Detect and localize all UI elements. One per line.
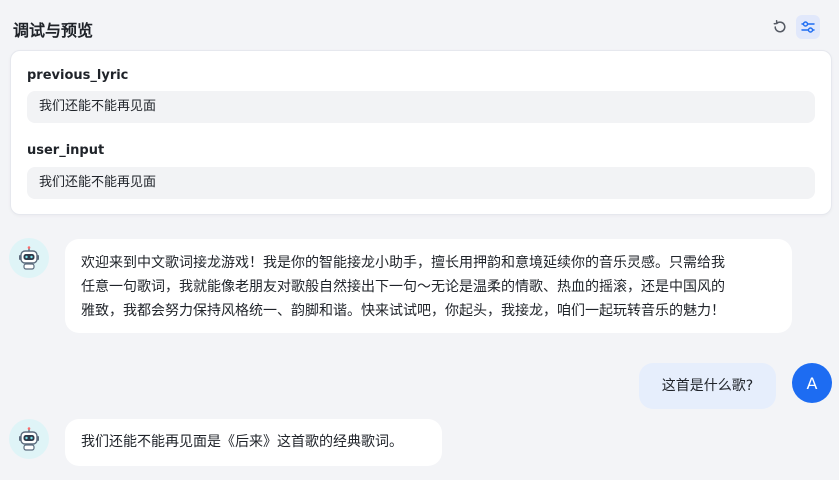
bot-avatar — [9, 419, 49, 459]
sliders-icon — [801, 21, 815, 33]
variables-panel: previous_lyric 我们还能不能再见面 user_input 我们还能… — [10, 50, 832, 215]
user-message: 这首是什么歌? — [639, 363, 776, 409]
variables-settings-button[interactable] — [796, 15, 820, 39]
page-title: 调试与预览 — [13, 21, 94, 40]
variable-label-previous-lyric: previous_lyric — [27, 68, 129, 83]
bot-welcome-message: 欢迎来到中文歌词接龙游戏！我是你的智能接龙小助手，擅长用押韵和意境延续你的音乐灵… — [65, 239, 792, 333]
variable-label-user-input: user_input — [27, 143, 105, 158]
reset-button[interactable] — [768, 15, 792, 39]
robot-icon — [19, 246, 39, 270]
user-avatar: A — [792, 363, 832, 403]
message-line: 任意一句歌词，我就能像老朋友对歌般自然接出下一句～无论是温柔的情歌、热血的摇滚，… — [81, 279, 725, 295]
message-line: 雅致，我都会努力保持风格统一、韵脚和谐。快来试试吧，你起头，我接龙，咱们一起玩转… — [81, 303, 725, 319]
robot-icon — [19, 427, 39, 451]
preview-header: 调试与预览 — [0, 0, 839, 52]
message-text: 我们还能不能再见面是《后来》这首歌的经典歌词。 — [81, 434, 403, 450]
message-line: 欢迎来到中文歌词接龙游戏！我是你的智能接龙小助手，擅长用押韵和意境延续你的音乐灵… — [81, 255, 725, 271]
bot-avatar — [9, 238, 49, 278]
previous-lyric-field[interactable]: 我们还能不能再见面 — [27, 91, 815, 123]
user-input-field[interactable]: 我们还能不能再见面 — [27, 167, 815, 199]
refresh-icon — [773, 20, 786, 33]
bot-reply-message: 我们还能不能再见面是《后来》这首歌的经典歌词。 — [65, 419, 442, 466]
